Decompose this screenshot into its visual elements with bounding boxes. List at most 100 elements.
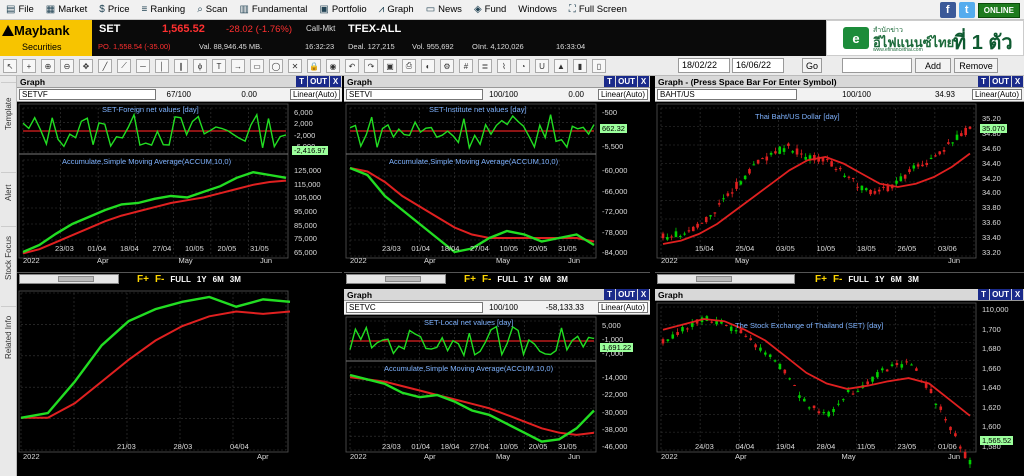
crosshair-tool-icon[interactable]: + [22,59,36,73]
menu-item-windows[interactable]: Windows [512,0,563,20]
chart-canvas[interactable] [655,76,1024,286]
text-tool-icon[interactable]: T [212,59,226,73]
maybank-logo[interactable]: Maybank Securities [0,20,92,56]
cursor-tool-icon[interactable]: ↖ [3,59,17,73]
zoom-in-button[interactable]: F+ [137,274,149,285]
trend-tool-icon[interactable]: ⟋ [117,59,131,73]
chart-type-tool-icon[interactable]: ▲ [554,59,568,73]
add-button[interactable]: Add [915,58,951,73]
save-tool-icon[interactable]: ▣ [383,59,397,73]
price-candle [947,142,950,144]
graph-panel-6[interactable]: Graph T OUT X The Stock Exchange of Thailand… [655,289,1024,476]
redo-tool-icon[interactable]: ↷ [364,59,378,73]
graph-panel-3[interactable]: Graph - (Press Space Bar For Enter Symbo… [655,76,1024,286]
menu-item-fundamental[interactable]: ▥ Fundamental [233,0,313,20]
menu-item-graph[interactable]: ⩘ Graph [373,0,420,20]
efinancethai-ad-banner[interactable]: e สำนักข่าว อีไฟแนนซ์ไทย www.efinancetha… [826,20,1024,86]
menu-item-news[interactable]: ▭ News [420,0,468,20]
range-1y-button[interactable]: 1Y [875,275,885,284]
ellipse-tool-icon[interactable]: ◯ [269,59,283,73]
range-3m-button[interactable]: 3M [230,275,241,284]
ruler-tool-icon[interactable]: ⌇ [497,59,511,73]
menu-item-price[interactable]: $ Price [93,0,135,20]
undo-tool-icon[interactable]: ↶ [345,59,359,73]
sidebar-tab-alert[interactable]: Alert [1,172,16,212]
graph-panel-1[interactable]: Graph T OUT X SETVF 67/100 0.00 Linear(Auto) SET… [17,76,342,286]
bar-type-tool-icon[interactable]: ▮ [573,59,587,73]
tfex-deal: Deal. 127,215 [348,42,395,51]
range-6m-button[interactable]: 6M [213,275,224,284]
zoom-out-tool-icon[interactable]: ⊖ [60,59,74,73]
symbol-select[interactable] [842,58,912,73]
fib-tool-icon[interactable]: ϕ [193,59,207,73]
zoom-out-button[interactable]: F- [482,274,491,285]
grid-tool-icon[interactable]: # [459,59,473,73]
eye-tool-icon[interactable]: ◉ [326,59,340,73]
arrow-tool-icon[interactable]: → [231,59,245,73]
zoom-in-button[interactable]: F+ [464,274,476,285]
menu-item-scan[interactable]: ⌕ Scan [191,0,233,20]
zoom-out-button[interactable]: F- [155,274,164,285]
range-6m-button[interactable]: 6M [540,275,551,284]
gauge-tool-icon[interactable]: ◔ [516,59,530,73]
facebook-icon[interactable]: f [939,2,956,18]
ranking-icon: ≡ [141,4,148,15]
delete-tool-icon[interactable]: ✕ [288,59,302,73]
vline-tool-icon[interactable]: │ [155,59,169,73]
sidebar-tab-related-info[interactable]: Related Info [1,306,16,368]
color-tool-icon[interactable]: ◐ [421,59,435,73]
horizontal-scrollbar[interactable] [346,274,446,284]
uf-tool-icon[interactable]: U [535,59,549,73]
hline-tool-icon[interactable]: ─ [136,59,150,73]
menu-item-ranking[interactable]: ≡ Ranking [135,0,191,20]
scrollbar-thumb[interactable] [58,276,94,282]
range-6m-button[interactable]: 6M [891,275,902,284]
price-candle [954,433,957,437]
zoom-in-button[interactable]: F+ [815,274,827,285]
horizontal-scrollbar[interactable] [19,274,119,284]
date-to-field[interactable]: 16/06/22 [732,58,784,73]
menu-item-market[interactable]: ▦ Market [40,0,94,20]
zoom-in-tool-icon[interactable]: ⊕ [41,59,55,73]
range-full-button[interactable]: FULL [848,275,868,284]
last-value-badge: 1,691.22 [600,343,634,352]
menu-item-portfolio[interactable]: ▣ Portfolio [313,0,372,20]
menu-item-file[interactable]: ▤ File [0,0,40,20]
scrollbar-thumb[interactable] [696,276,732,282]
channel-tool-icon[interactable]: ∥ [174,59,188,73]
graph-panel-2[interactable]: Graph T OUT X SETVI 100/100 0.00 Linear(Auto) SE… [344,76,650,286]
twitter-icon[interactable]: t [958,2,975,18]
sidebar-tab-stock-focus[interactable]: Stock Focus [1,226,16,288]
menu-item-full-screen[interactable]: ⛶ Full Screen [563,0,633,20]
range-1y-button[interactable]: 1Y [197,275,207,284]
range-3m-button[interactable]: 3M [908,275,919,284]
candle-tool-icon[interactable]: ▯ [592,59,606,73]
scrollbar-thumb[interactable] [385,276,421,282]
range-full-button[interactable]: FULL [170,275,190,284]
settings-tool-icon[interactable]: ⚙ [440,59,454,73]
sidebar-tab-template[interactable]: Template [1,82,16,144]
date-from-field[interactable]: 18/02/22 [678,58,730,73]
x-tick-label: 10/05 [499,442,519,451]
y-tick-label: -500 [602,108,618,117]
zoom-out-button[interactable]: F- [833,274,842,285]
menu-item-fund[interactable]: ◈ Fund [468,0,512,20]
legend-tool-icon[interactable]: ≣ [478,59,492,73]
market-icon: ▦ [45,4,56,15]
pan-tool-icon[interactable]: ✥ [79,59,93,73]
print-tool-icon[interactable]: ⎙ [402,59,416,73]
horizontal-scrollbar[interactable] [657,274,795,284]
graph-panel-5[interactable]: Graph T OUT X SETVC 100/100 -58,133.33 Linear(A… [344,289,650,476]
lock-tool-icon[interactable]: 🔒 [307,59,321,73]
go-button[interactable]: Go [802,58,822,73]
tfex-label[interactable]: TFEX-ALL [348,23,401,35]
set-label[interactable]: SET [99,23,120,35]
price-candle [842,399,845,401]
range-full-button[interactable]: FULL [497,275,517,284]
line-tool-icon[interactable]: ╱ [98,59,112,73]
remove-button[interactable]: Remove [954,58,998,73]
range-3m-button[interactable]: 3M [557,275,568,284]
graph-panel-4[interactable]: 21/03 28/03 04/04 2022 Apr [17,289,342,476]
rect-tool-icon[interactable]: ▭ [250,59,264,73]
range-1y-button[interactable]: 1Y [524,275,534,284]
